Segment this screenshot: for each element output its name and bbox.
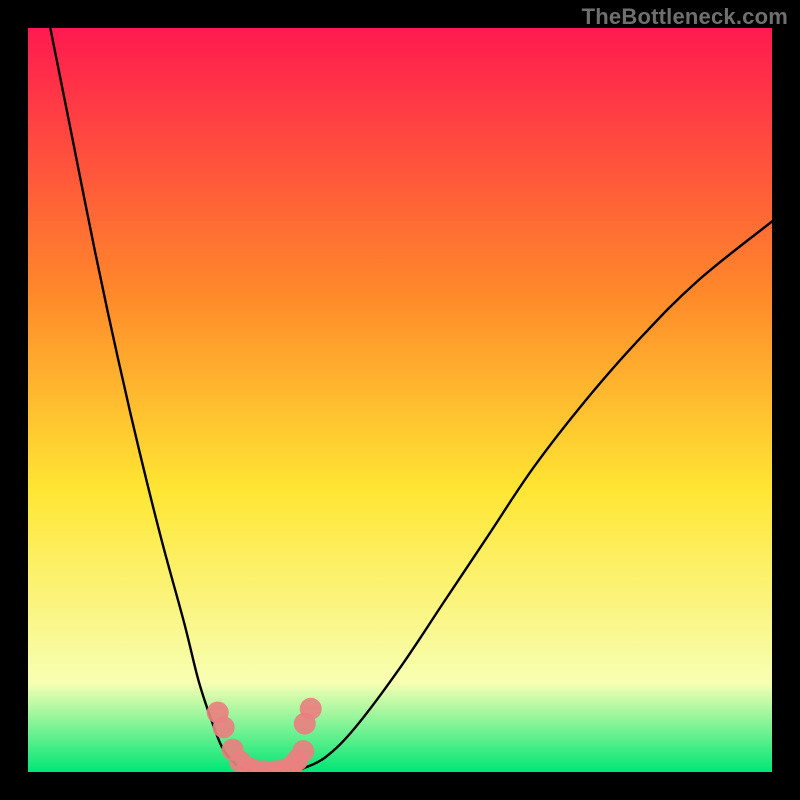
watermark-text: TheBottleneck.com <box>582 4 788 30</box>
gradient-background <box>28 28 772 772</box>
chart-frame: TheBottleneck.com <box>0 0 800 800</box>
chart-svg <box>28 28 772 772</box>
marker-dot <box>213 716 235 738</box>
plot-area <box>28 28 772 772</box>
marker-dot <box>292 740 314 762</box>
marker-dot <box>300 698 322 720</box>
